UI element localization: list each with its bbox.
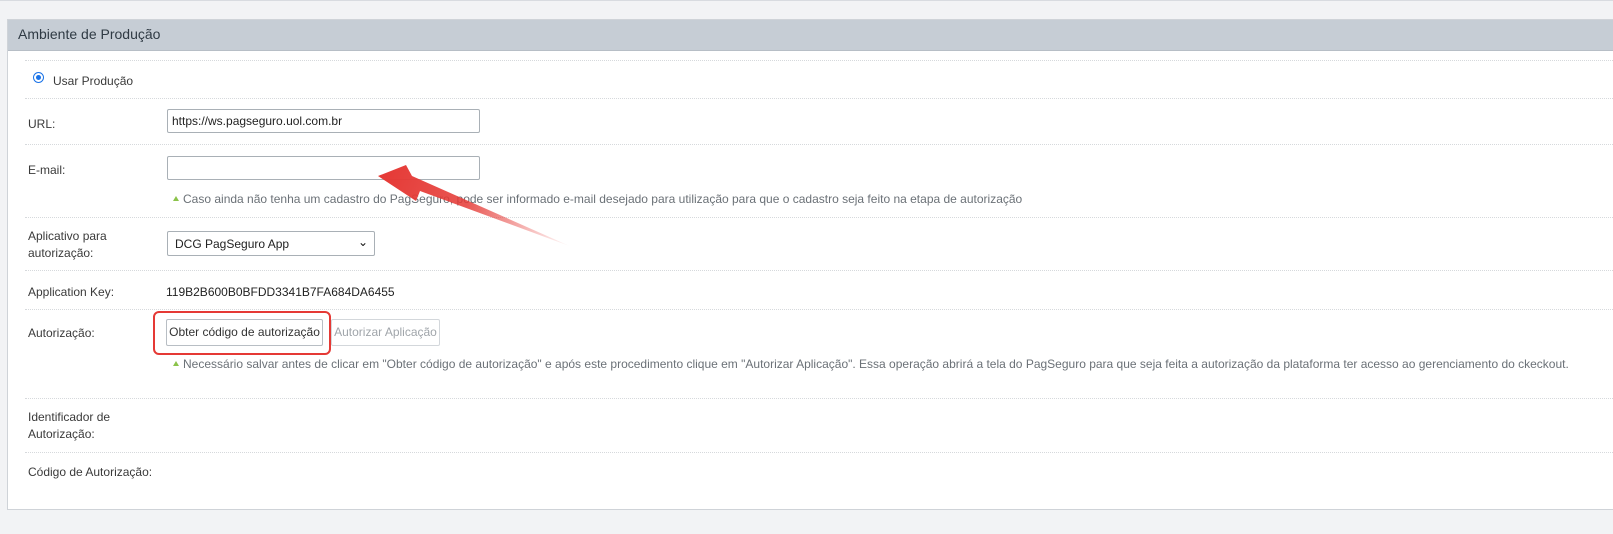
red-arrow-icon xyxy=(378,165,572,247)
